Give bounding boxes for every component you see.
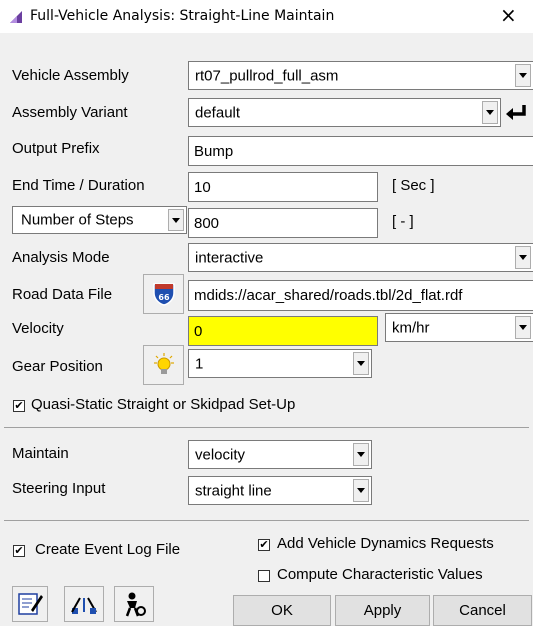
road-browse-button[interactable]: 66 xyxy=(143,274,184,314)
steering-input-label: Steering Input xyxy=(12,480,106,497)
ok-button[interactable]: OK xyxy=(233,595,331,626)
add-vehicle-dynamics-checkbox[interactable]: ✔ xyxy=(258,539,270,551)
svg-text:66: 66 xyxy=(158,293,170,302)
gear-position-value: 1 xyxy=(195,355,204,372)
end-time-unit: [ Sec ] xyxy=(392,177,435,194)
create-event-log-label: Create Event Log File xyxy=(35,541,181,558)
vehicle-assembly-label: Vehicle Assembly xyxy=(12,67,129,84)
assembly-variant-value: default xyxy=(195,104,241,121)
enter-icon[interactable] xyxy=(504,100,530,126)
analysis-mode-label: Analysis Mode xyxy=(12,249,110,266)
velocity-label: Velocity xyxy=(12,320,64,337)
output-prefix-input[interactable]: Bump xyxy=(188,136,533,166)
highway-shield-icon: 66 xyxy=(152,283,175,306)
lightbulb-icon xyxy=(153,353,174,374)
close-icon[interactable]: × xyxy=(500,3,517,27)
maintain-select[interactable]: velocity xyxy=(188,440,372,469)
steering-input-value: straight line xyxy=(195,482,272,499)
gear-hint-button[interactable] xyxy=(143,345,184,385)
steps-type-select[interactable]: Number of Steps xyxy=(12,206,187,234)
assembly-variant-select[interactable]: default xyxy=(188,98,501,127)
window-title: Full-Vehicle Analysis: Straight-Line Mai… xyxy=(30,8,335,24)
steps-type-value: Number of Steps xyxy=(21,211,134,229)
chevron-down-icon[interactable] xyxy=(515,246,531,269)
compute-characteristic-label: Compute Characteristic Values xyxy=(277,566,483,583)
velocity-unit-value: km/hr xyxy=(392,319,430,336)
edit-notes-button[interactable] xyxy=(12,586,48,622)
chevron-down-icon[interactable] xyxy=(515,64,531,87)
apply-button[interactable]: Apply xyxy=(335,595,430,626)
steering-input-select[interactable]: straight line xyxy=(188,476,372,505)
assembly-variant-label: Assembly Variant xyxy=(12,104,128,121)
vehicle-assembly-value: rt07_pullrod_full_asm xyxy=(195,67,339,84)
steps-unit: [ - ] xyxy=(392,213,414,230)
steps-input[interactable]: 800 xyxy=(188,208,378,238)
quasi-static-label: Quasi-Static Straight or Skidpad Set-Up xyxy=(31,396,296,413)
output-prefix-label: Output Prefix xyxy=(12,140,100,157)
analysis-mode-select[interactable]: interactive xyxy=(188,243,533,272)
velocity-unit-select[interactable]: km/hr xyxy=(385,313,533,342)
road-lanes-icon xyxy=(71,597,97,614)
gear-position-select[interactable]: 1 xyxy=(188,349,372,378)
cancel-button[interactable]: Cancel xyxy=(433,595,532,626)
divider xyxy=(4,520,529,521)
chevron-down-icon[interactable] xyxy=(482,101,498,124)
analysis-mode-value: interactive xyxy=(195,249,264,266)
notepad-edit-icon xyxy=(18,593,43,615)
road-data-file-input[interactable]: mdids://acar_shared/roads.tbl/2d_flat.rd… xyxy=(188,280,533,311)
create-event-log-checkbox[interactable]: ✔ xyxy=(13,545,25,557)
driver-icon xyxy=(125,592,146,617)
maintain-label: Maintain xyxy=(12,445,69,462)
add-vehicle-dynamics-label: Add Vehicle Dynamics Requests xyxy=(277,535,494,552)
compute-characteristic-checkbox[interactable] xyxy=(258,570,270,582)
divider xyxy=(4,427,529,428)
vehicle-assembly-select[interactable]: rt07_pullrod_full_asm xyxy=(188,61,533,90)
chevron-down-icon[interactable] xyxy=(515,316,531,339)
app-icon xyxy=(8,9,24,25)
gear-position-label: Gear Position xyxy=(12,358,103,375)
maintain-value: velocity xyxy=(195,446,246,463)
chevron-down-icon[interactable] xyxy=(353,443,369,466)
chevron-down-icon[interactable] xyxy=(168,209,184,231)
road-event-button[interactable] xyxy=(64,586,104,622)
road-data-file-label: Road Data File xyxy=(12,286,113,303)
chevron-down-icon[interactable] xyxy=(353,479,369,502)
end-time-input[interactable]: 10 xyxy=(188,172,378,202)
velocity-input[interactable]: 0 xyxy=(188,316,378,346)
quasi-static-checkbox[interactable]: ✔ xyxy=(13,400,25,412)
chevron-down-icon[interactable] xyxy=(353,352,369,375)
end-time-label: End Time / Duration xyxy=(12,177,145,194)
driver-setup-button[interactable] xyxy=(114,586,154,622)
